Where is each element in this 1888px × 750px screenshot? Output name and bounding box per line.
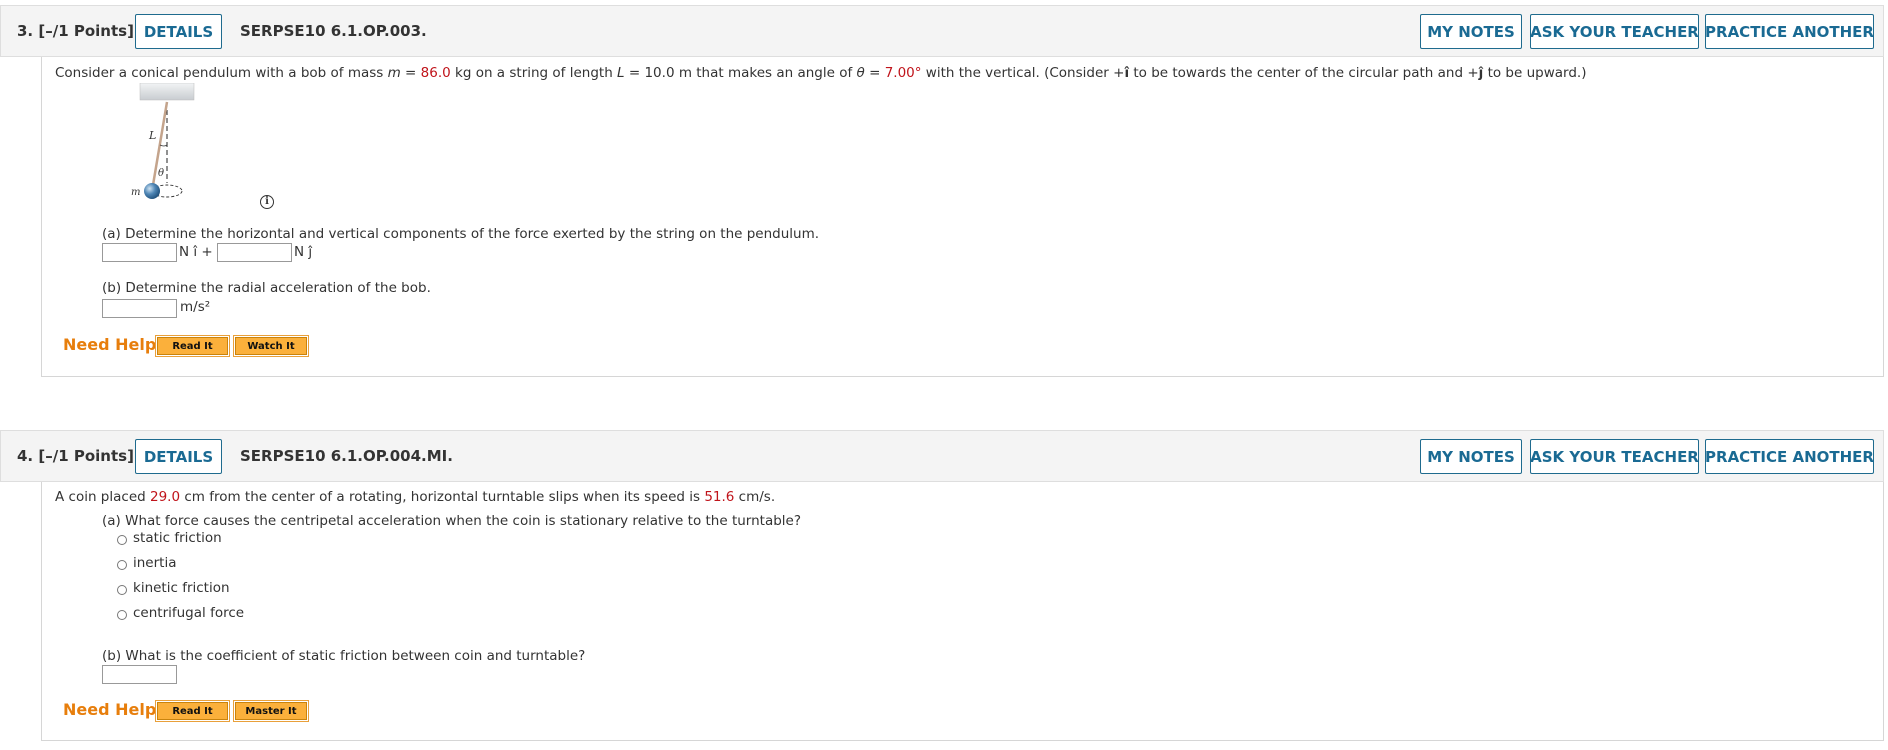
q3-my-notes-button[interactable]: MY NOTES	[1420, 14, 1522, 49]
q3-header: 3. [–/1 Points] DETAILS SERPSE10 6.1.OP.…	[0, 5, 1884, 57]
q4-header: 4. [–/1 Points] DETAILS SERPSE10 6.1.OP.…	[0, 430, 1884, 482]
pendulum-bob	[144, 183, 160, 199]
conical-pendulum-figure: L θ m	[131, 83, 195, 199]
q4-part-b-prompt: (b) What is the coefficient of static fr…	[102, 648, 586, 664]
q3-ask-teacher-button[interactable]: ASK YOUR TEACHER	[1530, 14, 1699, 49]
q4-master-it-button[interactable]: Master It	[233, 700, 309, 722]
q3-unit-j: N ĵ	[294, 244, 313, 260]
q3-unit-i: N î +	[179, 244, 213, 260]
q4-option-radio[interactable]	[117, 560, 127, 570]
info-icon[interactable]: i	[260, 195, 274, 209]
q4-option-label[interactable]: centrifugal force	[133, 605, 244, 621]
q3-intro-part: = 10.0 m that makes an angle of	[624, 65, 857, 81]
q3-part-a-prompt: (a) Determine the horizontal and vertica…	[102, 226, 820, 242]
q3-part-a-j-input[interactable]	[217, 243, 292, 262]
q4-intro-text: A coin placed 29.0 cm from the center of…	[55, 489, 775, 505]
q4-number-points: 4. [–/1 Points]	[17, 447, 134, 465]
q4-option-label[interactable]: inertia	[133, 555, 176, 571]
q3-question-code: SERPSE10 6.1.OP.003.	[240, 22, 427, 40]
q3-unit-b: m/s²	[180, 299, 211, 315]
q3-intro-part: =	[400, 65, 421, 81]
q3-intro-part: with the vertical. (Consider +	[921, 65, 1125, 81]
q3-number-points: 3. [–/1 Points]	[17, 22, 134, 40]
q3-body: Consider a conical pendulum with a bob o…	[41, 57, 1884, 377]
q4-need-help-label: Need Help?	[63, 700, 166, 719]
q3-watch-it-button[interactable]: Watch It	[233, 335, 309, 357]
q4-details-button[interactable]: DETAILS	[135, 439, 222, 474]
q3-angle-value: 7.00°	[884, 65, 922, 81]
q3-part-b-prompt: (b) Determine the radial acceleration of…	[102, 280, 431, 296]
q4-option-radio[interactable]	[117, 585, 127, 595]
q3-intro-text: Consider a conical pendulum with a bob o…	[55, 65, 1586, 81]
q4-part-b-input[interactable]	[102, 665, 177, 684]
q4-speed-value: 51.6	[704, 489, 735, 505]
q3-intro-var-theta: θ	[856, 65, 865, 81]
q3-part-b-input[interactable]	[102, 299, 177, 318]
label-m: m	[131, 187, 140, 198]
q4-read-it-button[interactable]: Read It	[155, 700, 230, 722]
q3-intro-part: kg on a string of length	[450, 65, 618, 81]
q4-question-code: SERPSE10 6.1.OP.004.MI.	[240, 447, 453, 465]
ceiling-support	[139, 83, 195, 101]
q3-intro-part: to be upward.)	[1483, 65, 1587, 81]
q4-option-label[interactable]: static friction	[133, 530, 222, 546]
q4-option-radio[interactable]	[117, 610, 127, 620]
q4-intro-part: A coin placed	[55, 489, 150, 505]
q3-intro-part: Consider a conical pendulum with a bob o…	[55, 65, 388, 81]
q4-body: A coin placed 29.0 cm from the center of…	[41, 482, 1884, 741]
q3-intro-part: to be towards the center of the circular…	[1129, 65, 1479, 81]
q3-details-button[interactable]: DETAILS	[135, 14, 222, 49]
q4-option-label[interactable]: kinetic friction	[133, 580, 230, 596]
q4-intro-part: cm from the center of a rotating, horizo…	[180, 489, 705, 505]
q3-need-help-label: Need Help?	[63, 335, 166, 354]
q4-distance-value: 29.0	[150, 489, 181, 505]
q4-option-radio[interactable]	[117, 535, 127, 545]
q4-part-a-prompt: (a) What force causes the centripetal ac…	[102, 513, 802, 529]
label-L: L	[148, 129, 156, 142]
q4-intro-part: cm/s.	[734, 489, 776, 505]
q3-intro-part: =	[864, 65, 885, 81]
q3-intro-var-m: m	[387, 65, 401, 81]
q4-practice-another-button[interactable]: PRACTICE ANOTHER	[1705, 439, 1874, 474]
q4-ask-teacher-button[interactable]: ASK YOUR TEACHER	[1530, 439, 1699, 474]
q3-part-a-i-input[interactable]	[102, 243, 177, 262]
angle-arc	[159, 144, 168, 147]
q4-my-notes-button[interactable]: MY NOTES	[1420, 439, 1522, 474]
q3-practice-another-button[interactable]: PRACTICE ANOTHER	[1705, 14, 1874, 49]
q3-mass-value: 86.0	[420, 65, 451, 81]
q3-read-it-button[interactable]: Read It	[155, 335, 230, 357]
label-theta: θ	[158, 168, 164, 179]
q3-intro-var-L: L	[617, 65, 625, 81]
